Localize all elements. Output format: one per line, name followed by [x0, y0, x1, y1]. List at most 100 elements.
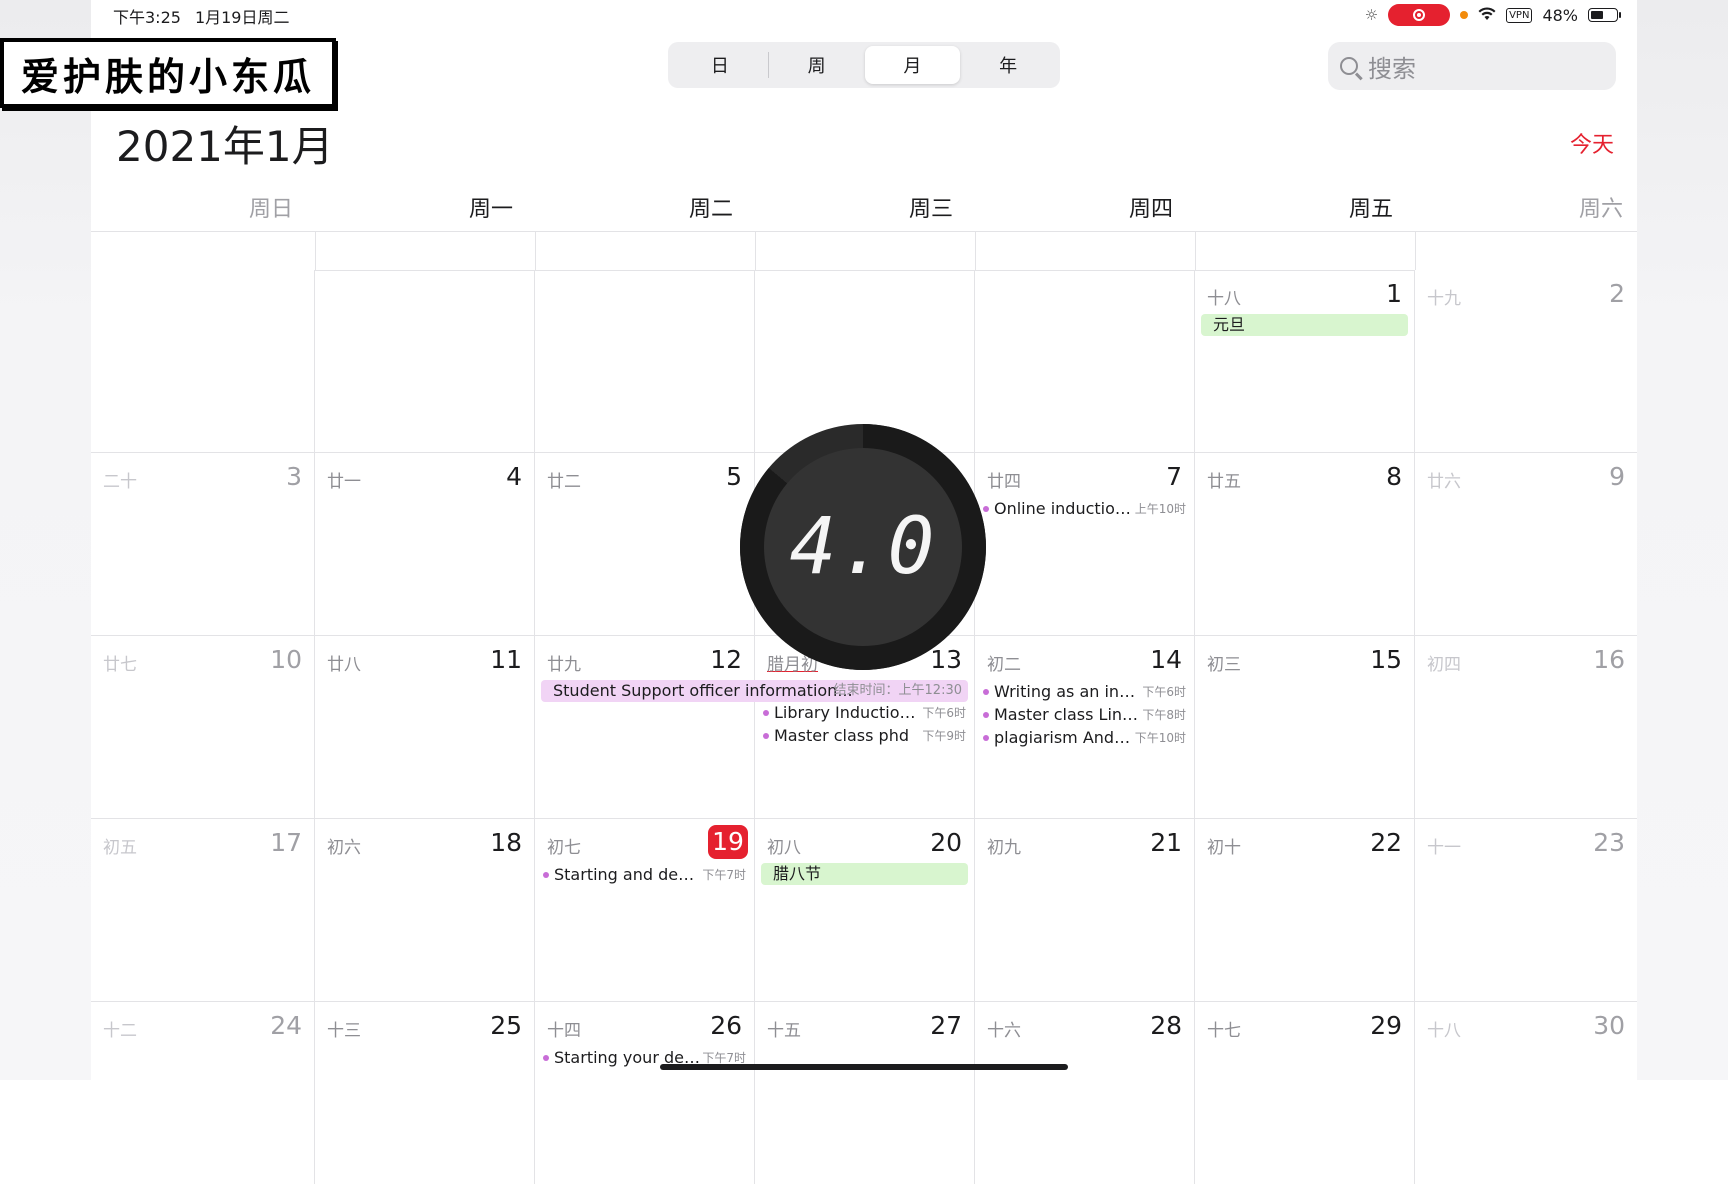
view-month-tab[interactable]: 月	[864, 46, 961, 84]
day-cell[interactable]: 十八 30	[1415, 1002, 1637, 1184]
lunar-date: 初十	[1207, 838, 1241, 858]
day-number: 26	[710, 1011, 742, 1040]
day-cell[interactable]: 廿九 12 Student Support officer information.…	[535, 636, 968, 818]
day-cell[interactable]: 廿四 7 Online induction... 上午10时	[975, 453, 1195, 635]
event-time: 下午6时	[1142, 685, 1186, 699]
day-cell[interactable]: 廿二 5	[535, 453, 755, 635]
month-title: 2021年1月	[116, 122, 334, 171]
lunar-date: 十二	[103, 1021, 137, 1041]
day-number: 8	[1386, 462, 1402, 491]
day-cell[interactable]: 廿八 11	[315, 636, 535, 818]
lunar-date: 廿四	[987, 472, 1021, 492]
day-cell[interactable]: 十二 24	[91, 1002, 315, 1184]
day-number: 22	[1370, 828, 1402, 857]
event-title: Library Induction...	[774, 703, 921, 722]
day-cell[interactable]: 十七 29	[1195, 1002, 1415, 1184]
day-cell[interactable]: 初六 18	[315, 819, 535, 1001]
column-divider	[535, 231, 536, 270]
day-number: 18	[490, 828, 522, 857]
day-cell[interactable]: 初七 19 Starting and deve... 下午7时	[535, 819, 755, 1001]
status-date: 1月19日周二	[194, 8, 290, 27]
event-color-dot	[983, 689, 989, 695]
day-cell[interactable]	[975, 270, 1195, 452]
day-cell[interactable]: 初二 14 Writing as an inte... 下午6时 Master clas…	[975, 636, 1195, 818]
calendar-event[interactable]: plagiarism And t... 下午10时	[983, 728, 1186, 748]
day-number: 28	[1150, 1011, 1182, 1040]
lunar-date: 廿六	[1427, 472, 1461, 492]
lunar-date: 十六	[987, 1021, 1021, 1041]
day-cell[interactable]: 初九 21	[975, 819, 1195, 1001]
event-color-dot	[983, 735, 989, 741]
day-number: 27	[930, 1011, 962, 1040]
weekday-sat: 周六	[1578, 197, 1623, 222]
day-cell[interactable]: 初十 22	[1195, 819, 1415, 1001]
day-cell[interactable]: 初五 17	[91, 819, 315, 1001]
day-number: 25	[490, 1011, 522, 1040]
event-title: Online induction...	[994, 499, 1133, 518]
playback-speed-overlay: 4.0	[740, 424, 986, 670]
lunar-date: 十七	[1207, 1021, 1241, 1041]
calendar-event[interactable]: Writing as an inte... 下午6时	[983, 682, 1186, 702]
lunar-date: 廿七	[103, 655, 137, 675]
weekday-fri: 周五	[1348, 197, 1393, 222]
calendar-event[interactable]: Master class Link... 下午8时	[983, 705, 1186, 725]
weekday-mon: 周一	[468, 197, 513, 222]
day-cell[interactable]: 十三 25	[315, 1002, 535, 1184]
event-color-dot	[543, 872, 549, 878]
event-title: Master class Link...	[994, 705, 1141, 724]
day-cell[interactable]: 初四 16	[1415, 636, 1637, 818]
day-cell[interactable]	[91, 270, 315, 452]
day-cell[interactable]: 十四 26 Starting your dest... 下午7时	[535, 1002, 755, 1184]
lunar-date: 十一	[1427, 838, 1461, 858]
calendar-event[interactable]: Master class phd 下午9时	[763, 726, 966, 746]
calendar-event[interactable]: Starting and deve... 下午7时	[543, 865, 746, 885]
event-time: 下午7时	[702, 868, 746, 882]
day-cell[interactable]	[535, 270, 755, 452]
day-cell[interactable]: 十八 1 元旦	[1195, 270, 1415, 452]
event-title: plagiarism And t...	[994, 728, 1133, 747]
home-indicator[interactable]	[660, 1064, 1068, 1070]
view-year-tab[interactable]: 年	[960, 46, 1056, 84]
search-icon	[1340, 57, 1358, 75]
day-cell[interactable]: 十一 23	[1415, 819, 1637, 1001]
view-day-tab[interactable]: 日	[672, 46, 768, 84]
view-week-tab[interactable]: 周	[769, 46, 865, 84]
day-cell[interactable]: 廿七 10	[91, 636, 315, 818]
day-cell[interactable]	[315, 270, 535, 452]
day-number: 29	[1370, 1011, 1402, 1040]
day-cell[interactable]: 初八 20 腊八节	[755, 819, 975, 1001]
day-cell[interactable]: 初三 15	[1195, 636, 1415, 818]
day-number: 11	[490, 645, 522, 674]
lunar-date: 十五	[767, 1021, 801, 1041]
record-icon	[1413, 9, 1426, 21]
day-number: 3	[286, 462, 302, 491]
day-cell[interactable]: 十九 2	[1415, 270, 1637, 452]
lunar-date: 初八	[767, 838, 801, 858]
day-cell[interactable]: 廿一 4	[315, 453, 535, 635]
event-time: 下午10时	[1134, 731, 1186, 745]
lunar-date: 廿一	[327, 472, 361, 492]
lunar-date: 初二	[987, 655, 1021, 675]
day-cell[interactable]: 十六 28	[975, 1002, 1195, 1184]
day-number: 21	[1150, 828, 1182, 857]
search-field[interactable]: 搜索	[1328, 42, 1616, 90]
day-cell[interactable]: 廿五 8	[1195, 453, 1415, 635]
all-day-event[interactable]: 元旦	[1201, 314, 1408, 336]
today-button[interactable]: 今天	[1570, 127, 1614, 159]
screen-recording-indicator[interactable]	[1388, 4, 1451, 26]
day-cell[interactable]: 廿六 9	[1415, 453, 1637, 635]
vpn-badge: VPN	[1506, 7, 1533, 23]
all-day-event[interactable]: 腊八节	[761, 863, 968, 885]
view-switcher: 日 周 月 年	[668, 42, 1060, 88]
event-title: Starting and deve...	[554, 865, 701, 884]
day-cell[interactable]: 十五 27	[755, 1002, 975, 1184]
status-bar-right: ☼ VPN 48%	[1365, 4, 1621, 26]
calendar-event[interactable]: Library Induction... 下午6时	[763, 703, 966, 723]
day-number: 30	[1593, 1011, 1625, 1040]
day-cell[interactable]: 二十 3	[91, 453, 315, 635]
lunar-date: 十八	[1207, 289, 1241, 309]
lunar-date: 十八	[1427, 1021, 1461, 1041]
event-time: 下午8时	[1142, 708, 1186, 722]
calendar-event[interactable]: Online induction... 上午10时	[983, 499, 1186, 519]
day-number: 15	[1370, 645, 1402, 674]
